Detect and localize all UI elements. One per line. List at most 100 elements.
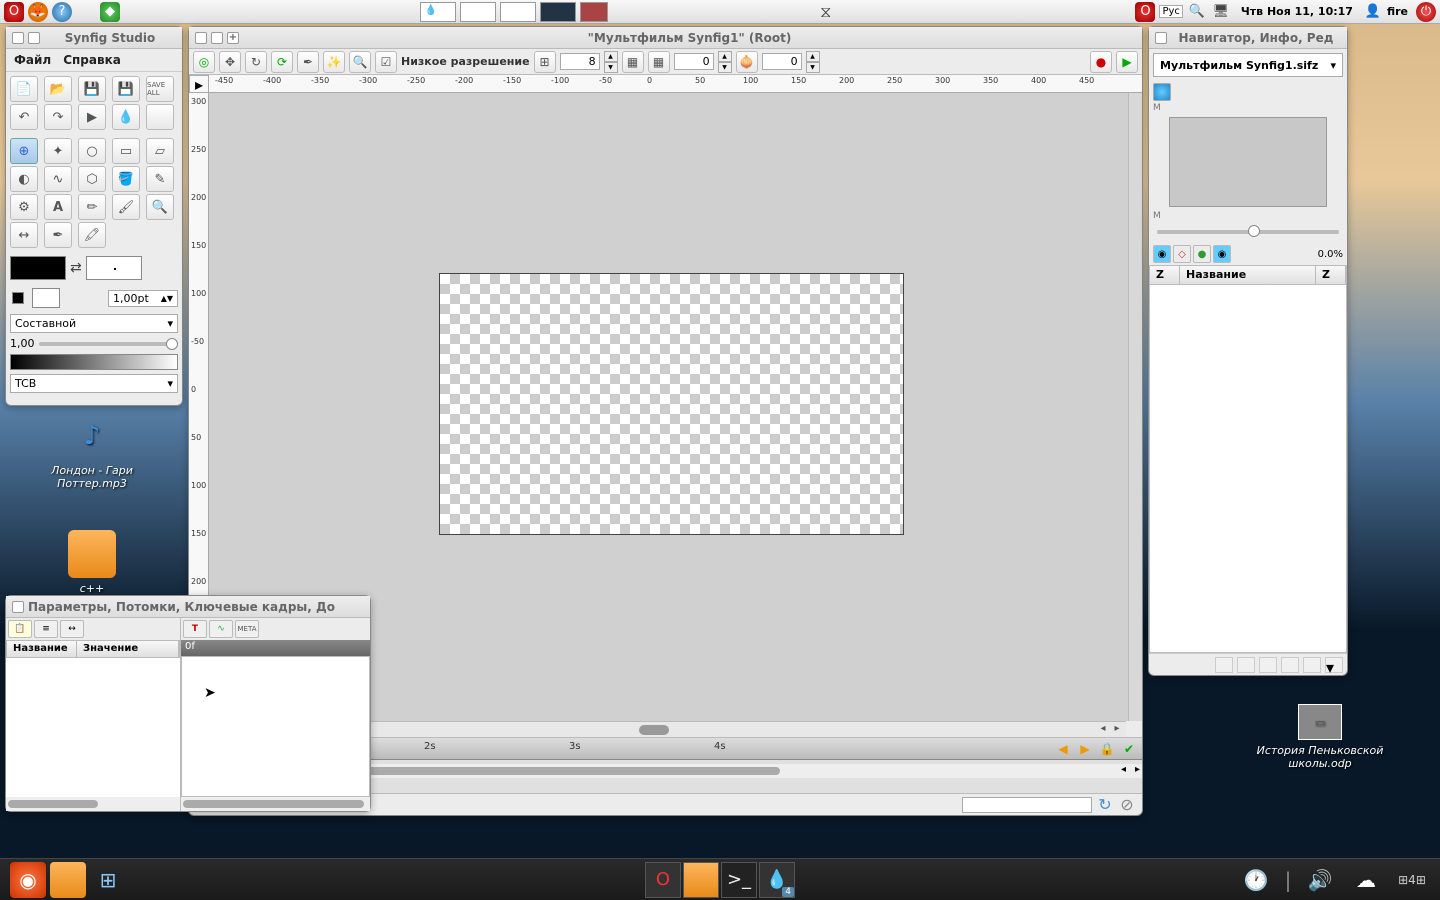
center-logo-icon[interactable]: ⧖ — [816, 2, 836, 22]
sketch-tool-icon[interactable]: ✏ — [78, 194, 106, 220]
lt-2-icon[interactable]: ◇ — [1173, 245, 1191, 263]
corner-menu-icon[interactable]: ▸ — [189, 75, 209, 93]
firefox-icon[interactable]: 🦊 — [28, 2, 48, 22]
blend-mode-select[interactable]: Составной▾ — [10, 314, 178, 333]
panel-preview-2[interactable] — [460, 2, 496, 22]
col-z2[interactable]: Z — [1316, 266, 1346, 284]
ptab-2[interactable]: ≡ — [34, 620, 58, 638]
file-select[interactable]: Мультфильм Synfig1.sifz▾ — [1153, 53, 1343, 77]
play-icon[interactable]: ▶ — [1116, 51, 1138, 73]
save-as-icon[interactable]: 💾 — [112, 76, 140, 102]
layer-btn-3[interactable] — [1259, 657, 1277, 673]
tool-a-icon[interactable]: ↔ — [10, 222, 38, 248]
snap-icon[interactable]: ▦ — [648, 51, 670, 73]
brush-tool-icon[interactable]: 🖌 — [112, 194, 140, 220]
volume-icon[interactable]: 🔊 — [1302, 862, 1338, 898]
monitor-tray-icon[interactable]: 🖥 — [1211, 2, 1231, 22]
undo-icon[interactable]: ↶ — [10, 104, 38, 130]
grad-tool-icon[interactable]: ◐ — [10, 166, 38, 192]
desktop-file-mp3[interactable]: ♪ Лондон - Гари Поттер.mp3 — [32, 412, 152, 490]
refresh-icon[interactable]: ⟳ — [271, 51, 293, 73]
ptab-1[interactable]: 📋 — [8, 620, 32, 638]
record-icon[interactable]: ● — [1090, 51, 1112, 73]
pcol-name[interactable]: Название — [7, 641, 77, 657]
rect-tool-icon[interactable]: ▭ — [112, 138, 140, 164]
user-icon[interactable]: 👤 — [1363, 2, 1383, 22]
target-icon[interactable]: ◎ — [193, 51, 215, 73]
layer-btn-2[interactable] — [1237, 657, 1255, 673]
lt-3-icon[interactable]: ● — [1193, 245, 1211, 263]
timeline-prev-icon[interactable]: ◀ — [1054, 740, 1072, 758]
swap-colors-icon[interactable]: ⇄ — [70, 260, 82, 276]
canvas-titlebar[interactable]: + "Мультфильм Synfig1" (Root) — [189, 27, 1142, 49]
transform-tool-icon[interactable]: ⊕ — [10, 138, 38, 164]
user-name[interactable]: fire — [1387, 5, 1412, 18]
quality-input[interactable] — [560, 53, 600, 70]
col-name[interactable]: Название — [1180, 266, 1316, 284]
clock-applet-icon[interactable]: 🕐 — [1238, 862, 1274, 898]
mini-fg[interactable] — [12, 292, 24, 304]
rotate-icon[interactable]: ↻ — [245, 51, 267, 73]
status-refresh-icon[interactable]: ↻ — [1096, 796, 1114, 814]
wand-icon[interactable]: ✨ — [323, 51, 345, 73]
open-file-icon[interactable]: 📂 — [44, 76, 72, 102]
timeline-ok-icon[interactable]: ✔ — [1120, 740, 1138, 758]
nav-preview[interactable] — [1169, 117, 1327, 207]
interpolation-select[interactable]: TCB▾ — [10, 374, 178, 393]
close-button[interactable] — [195, 32, 207, 44]
minimize-button[interactable] — [211, 32, 223, 44]
keyboard-layout[interactable]: Рус — [1159, 5, 1182, 18]
check-icon[interactable]: ☑ — [375, 51, 397, 73]
circle-tool-icon[interactable]: ○ — [78, 138, 106, 164]
move-icon[interactable]: ✥ — [219, 51, 241, 73]
clock[interactable]: Чтв Ноя 11, 10:17 — [1235, 5, 1359, 18]
layer-btn-6[interactable]: ▾ — [1325, 657, 1343, 673]
params-titlebar[interactable]: Параметры, Потомки, Ключевые кадры, До — [6, 596, 370, 618]
app-icon[interactable]: ◆ — [100, 2, 120, 22]
toolbox-titlebar[interactable]: Synfig Studio — [6, 27, 182, 49]
spinner-1[interactable]: ▲▼ — [604, 51, 618, 73]
files-icon[interactable] — [50, 862, 86, 898]
timetab-curve[interactable]: ∿ — [209, 620, 233, 638]
horizontal-ruler[interactable]: -450-400-350-300-250-200-150-100-5005010… — [209, 75, 1142, 93]
onion-icon[interactable]: 🧅 — [736, 51, 758, 73]
opera-tray-icon[interactable]: O — [1135, 2, 1155, 22]
water-icon[interactable]: 💧 — [112, 104, 140, 130]
maximize-button[interactable]: + — [227, 32, 239, 44]
layer-btn-5[interactable] — [1303, 657, 1321, 673]
gradient-preview[interactable] — [10, 354, 178, 370]
mini-bg[interactable] — [32, 288, 60, 308]
timetab-meta[interactable]: META — [235, 620, 259, 638]
pen-icon[interactable]: ✒ — [297, 51, 319, 73]
field-3[interactable] — [762, 53, 802, 70]
nav-titlebar[interactable]: Навигатор, Инфо, Ред — [1149, 27, 1347, 49]
timeline-lock-icon[interactable]: 🔒 — [1098, 740, 1116, 758]
new-file-icon[interactable]: 📄 — [10, 76, 38, 102]
dock-synfig-icon[interactable]: 💧4 — [759, 862, 795, 898]
star-tool-icon[interactable]: ✦ — [44, 138, 72, 164]
panel-preview-4[interactable] — [540, 2, 576, 22]
close-button[interactable] — [12, 601, 24, 613]
params-scroll[interactable] — [6, 797, 180, 811]
timeline-next-icon[interactable]: ▶ — [1076, 740, 1094, 758]
nav-tab-1[interactable] — [1153, 83, 1171, 101]
blank-icon[interactable] — [146, 104, 174, 130]
panel-preview-1[interactable]: 💧 — [420, 2, 456, 22]
misc-tool-icon[interactable]: ⚙ — [10, 194, 38, 220]
zoom-fit-icon[interactable]: 🔍 — [349, 51, 371, 73]
opera-icon[interactable]: O — [4, 2, 24, 22]
fill-tool-icon[interactable]: 🪣 — [112, 166, 140, 192]
quality-icon[interactable]: ⊞ — [534, 51, 556, 73]
status-field[interactable] — [962, 797, 1092, 813]
desktop-file-odp[interactable]: ▭ История Пеньковской школы.odp — [1250, 704, 1390, 770]
tool-b-icon[interactable]: ✒ — [44, 222, 72, 248]
bg-color[interactable] — [86, 256, 142, 280]
dock-files-icon[interactable] — [683, 862, 719, 898]
workspace-icon[interactable]: ⊞4⊞ — [1394, 862, 1430, 898]
desktop-folder-cpp[interactable]: c++ — [32, 530, 152, 595]
field-2[interactable] — [674, 53, 714, 70]
search-tray-icon[interactable]: 🔍 — [1187, 2, 1207, 22]
spline-tool-icon[interactable]: ∿ — [44, 166, 72, 192]
poly-tool-icon[interactable]: ▱ — [146, 138, 174, 164]
panel-preview-3[interactable] — [500, 2, 536, 22]
